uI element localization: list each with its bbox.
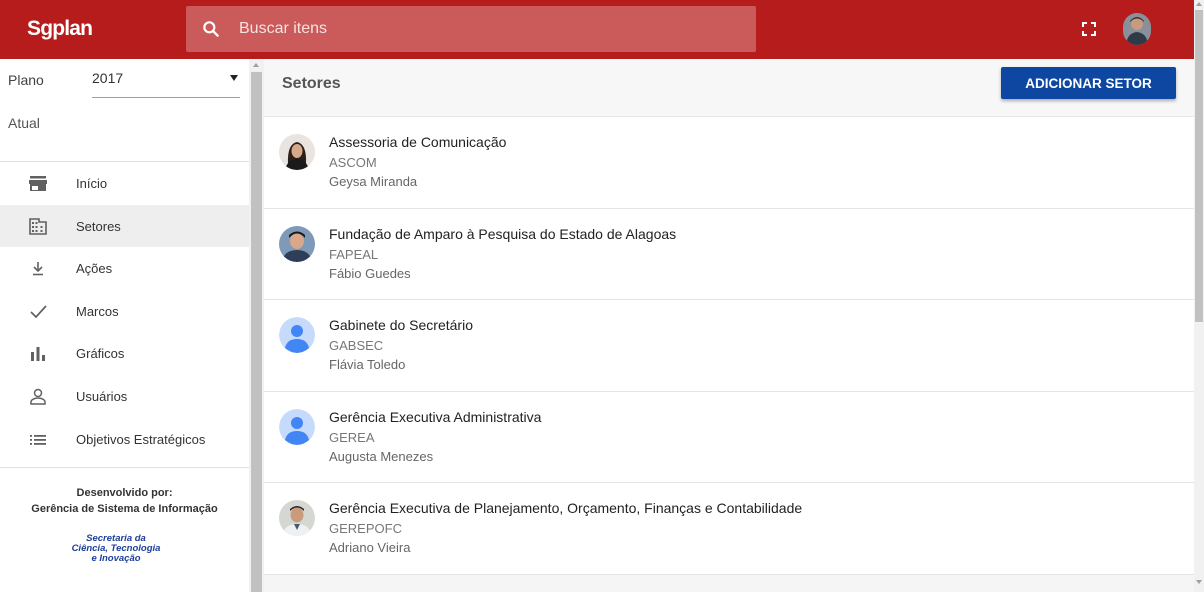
sidebar-scrollbar[interactable] [249, 59, 264, 592]
default-avatar-icon [279, 408, 315, 445]
list-item[interactable]: Gerência Executiva de Planejamento, Orça… [264, 483, 1194, 575]
sector-acronym: GEREA [329, 429, 375, 445]
sidebar-item-objetivos[interactable]: Objetivos Estratégicos [0, 418, 249, 461]
sidebar-item-label: Marcos [76, 303, 119, 319]
sector-name: Gerência Executiva de Planejamento, Orça… [329, 500, 803, 516]
scroll-up-arrow-icon[interactable] [1196, 2, 1202, 6]
search-input[interactable] [239, 6, 739, 52]
list-item[interactable]: Assessoria de Comunicação ASCOM Geysa Mi… [264, 117, 1194, 209]
add-sector-button[interactable]: ADICIONAR SETOR [1001, 67, 1176, 99]
sidebar-item-label: Usuários [76, 388, 128, 404]
main-content: Setores ADICIONAR SETOR Assessoria de Co… [264, 59, 1194, 592]
sector-name: Fundação de Amparo à Pesquisa do Estado … [329, 225, 677, 242]
list-item[interactable]: Gabinete do Secretário GABSEC Flávia Tol… [264, 300, 1194, 392]
sidebar-item-inicio[interactable]: Início [0, 162, 249, 205]
plan-label: Plano [8, 72, 44, 88]
sidebar-item-label: Ações [76, 261, 113, 277]
developed-by-label: Desenvolvido por: [76, 487, 173, 499]
sector-name: Assessoria de Comunicação [329, 134, 507, 150]
store-icon [29, 176, 47, 191]
domain-icon [29, 217, 47, 235]
sector-acronym: ASCOM [329, 155, 377, 170]
scrollbar-thumb[interactable] [251, 72, 262, 592]
scroll-up-arrow-icon[interactable] [253, 63, 259, 67]
sector-responsible: Adriano Vieira [329, 540, 411, 555]
list-item[interactable]: Fundação de Amparo à Pesquisa do Estado … [264, 208, 1194, 300]
secretaria-logo: Secretaria da Ciência, Tecnologia e Inov… [0, 534, 232, 564]
bar-chart-icon [31, 347, 45, 362]
top-app-bar: Sgplan [0, 0, 1194, 59]
sector-acronym: FAPEAL [329, 246, 379, 262]
page-scrollbar[interactable] [1194, 0, 1204, 592]
list-item[interactable]: Gerência Executiva Administrativa GEREA … [264, 391, 1194, 483]
default-avatar-icon [279, 317, 315, 353]
download-icon [33, 262, 43, 276]
sidebar-divider [0, 467, 249, 468]
app-brand[interactable]: Sgplan [27, 17, 93, 41]
search-box[interactable] [186, 6, 756, 52]
sector-list: Assessoria de Comunicação ASCOM Geysa Mi… [264, 117, 1194, 575]
sidebar-nav: Início Setores Ações Marcos Gráficos Usu… [0, 162, 249, 460]
sidebar: Plano 2017 Atual Início Setores Ações Ma… [0, 59, 249, 592]
user-avatar[interactable] [1123, 13, 1151, 45]
sector-acronym: GEREPOFC [329, 521, 402, 536]
sector-name: Gabinete do Secretário [329, 317, 473, 333]
scroll-down-arrow-icon[interactable] [1196, 580, 1202, 584]
person-icon [30, 388, 46, 405]
sector-responsible: Augusta Menezes [329, 448, 434, 464]
sidebar-item-label: Gráficos [76, 346, 125, 362]
sector-name: Gerência Executiva Administrativa [329, 408, 542, 425]
search-icon[interactable] [201, 19, 221, 39]
list-icon [30, 434, 46, 445]
sidebar-item-label: Setores [76, 218, 121, 234]
sidebar-item-usuarios[interactable]: Usuários [0, 375, 249, 418]
plan-select-value: 2017 [92, 70, 124, 86]
dropdown-caret-icon [230, 75, 238, 81]
logo-line: e Inovação [91, 553, 141, 564]
sidebar-item-graficos[interactable]: Gráficos [0, 332, 249, 375]
sidebar-item-label: Objetivos Estratégicos [76, 431, 206, 447]
check-icon [30, 305, 47, 319]
sidebar-item-marcos[interactable]: Marcos [0, 290, 249, 333]
scrollbar-thumb[interactable] [1195, 10, 1203, 322]
page-title: Setores [282, 75, 341, 92]
sector-acronym: GABSEC [329, 338, 384, 353]
sector-responsible: Fábio Guedes [329, 265, 411, 281]
atual-label: Atual [8, 115, 40, 131]
sidebar-item-acoes[interactable]: Ações [0, 247, 249, 290]
sector-avatar [279, 500, 315, 536]
sidebar-item-label: Início [76, 176, 108, 191]
sidebar-item-setores[interactable]: Setores [0, 204, 249, 248]
fullscreen-icon[interactable] [1081, 21, 1097, 37]
plan-select[interactable]: 2017 [92, 66, 240, 98]
sector-responsible: Geysa Miranda [329, 174, 418, 189]
sector-responsible: Flávia Toledo [329, 357, 406, 372]
sector-avatar [279, 134, 315, 170]
developer-org: Gerência de Sistema de Informação [31, 503, 218, 515]
sector-avatar [279, 225, 315, 262]
main-header: Setores ADICIONAR SETOR [264, 59, 1194, 117]
